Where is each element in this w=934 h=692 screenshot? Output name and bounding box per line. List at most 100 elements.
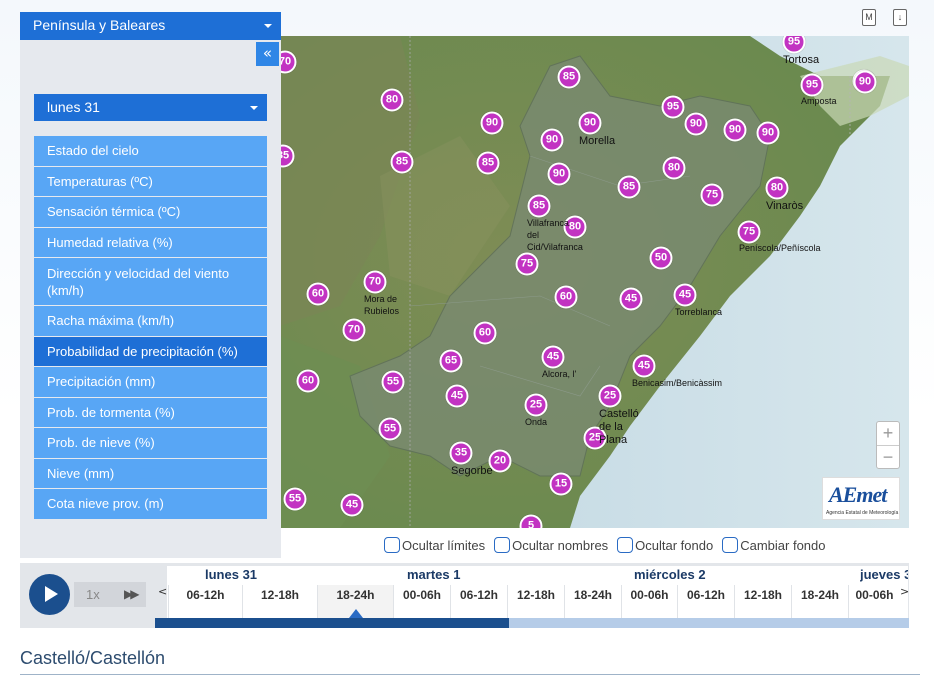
timeline-slot[interactable]: 00-06h [621, 585, 677, 618]
map-marker[interactable]: 70 [363, 270, 387, 294]
map-marker[interactable]: 85 [476, 151, 500, 175]
timeline-slot[interactable]: 06-12h [677, 585, 734, 618]
forecast-map[interactable]: 70 95 85 80 90 90 90 95 90 90 90 95 90 8… [280, 36, 909, 528]
map-marker[interactable]: 90 [480, 111, 504, 135]
divider [20, 674, 920, 675]
timeline-day: martes 1 [407, 567, 461, 582]
map-marker[interactable]: 90 [723, 118, 747, 142]
place-onda: Onda [525, 417, 548, 427]
map-marker[interactable]: 35 [449, 441, 473, 465]
map-marker[interactable]: 85 [527, 194, 551, 218]
map-marker[interactable]: 85 [557, 65, 581, 89]
map-marker[interactable]: 60 [473, 321, 497, 345]
map-marker[interactable]: 90 [578, 111, 602, 135]
fast-forward-icon[interactable]: ▶▶ [124, 587, 140, 601]
map-marker[interactable]: 90 [853, 70, 877, 94]
map-marker[interactable]: 45 [541, 345, 565, 369]
map-marker[interactable]: 85 [617, 175, 641, 199]
map-marker[interactable]: 60 [554, 285, 578, 309]
place-benicasim: Benicasim/Benicàssim [632, 378, 723, 388]
timeline-slot[interactable]: 06-12h [450, 585, 507, 618]
ocultar-limites-checkbox[interactable]: Ocultar límites [384, 537, 485, 553]
checkbox-box[interactable] [384, 537, 400, 553]
map-marker[interactable]: 75 [700, 183, 724, 207]
map-marker[interactable]: 95 [661, 95, 685, 119]
menu-item-temperaturas[interactable]: Temperaturas (ºC) [34, 166, 267, 196]
map-marker[interactable]: 70 [342, 318, 366, 342]
map-marker[interactable]: 75 [737, 220, 761, 244]
menu-item-sensacion-termica[interactable]: Sensación térmica (ºC) [34, 197, 267, 227]
map-marker[interactable]: 45 [632, 354, 656, 378]
timeline-slot[interactable]: 18-24h [564, 585, 621, 618]
cambiar-fondo-checkbox[interactable]: Cambiar fondo [722, 537, 826, 553]
map-marker[interactable]: 45 [340, 493, 364, 517]
map-marker[interactable]: 80 [662, 156, 686, 180]
map-marker[interactable]: 55 [283, 487, 307, 511]
map-marker[interactable]: 80 [380, 88, 404, 112]
timeline-slot[interactable]: 12-18h [734, 585, 791, 618]
timeline-prev-button[interactable]: < [158, 585, 167, 598]
menu-item-nieve[interactable]: Nieve (mm) [34, 458, 267, 488]
checkbox-box[interactable] [494, 537, 511, 553]
timeline-next-button[interactable]: > [900, 585, 909, 598]
map-marker[interactable]: 75 [515, 252, 539, 276]
map-marker[interactable]: 95 [800, 73, 824, 97]
region-select[interactable]: Península y Baleares [20, 12, 281, 40]
timeline-slot[interactable]: 12-18h [507, 585, 564, 618]
map-marker[interactable]: 55 [381, 370, 405, 394]
map-marker[interactable]: 60 [296, 369, 320, 393]
ocultar-fondo-checkbox[interactable]: Ocultar fondo [617, 537, 713, 553]
map-marker[interactable]: 45 [673, 283, 697, 307]
ocultar-nombres-checkbox[interactable]: Ocultar nombres [494, 537, 608, 553]
timeline-slot[interactable]: 18-24h [791, 585, 848, 618]
menu-item-prob-tormenta[interactable]: Prob. de tormenta (%) [34, 397, 267, 427]
zoom-control: + − [876, 421, 900, 469]
place-torreblanca: Torreblanca [675, 307, 723, 317]
timeline-slot[interactable]: 06-12h [168, 585, 242, 618]
place-vinaros: Vinaròs [766, 200, 804, 212]
checkbox-label: Cambiar fondo [740, 537, 826, 553]
map-marker[interactable]: 50 [649, 246, 673, 270]
checkbox-label: Ocultar límites [402, 537, 486, 553]
place-segorbe: Segorbe [451, 465, 493, 477]
timeline-slot-selected[interactable]: 18-24h [317, 585, 393, 618]
menu-item-humedad[interactable]: Humedad relativa (%) [34, 227, 267, 257]
menu-item-prob-precipitacion[interactable]: Probabilidad de precipitación (%) [34, 336, 267, 366]
map-marker[interactable]: 45 [619, 287, 643, 311]
play-button[interactable] [29, 574, 70, 615]
map-marker[interactable]: 55 [378, 417, 402, 441]
map-marker[interactable]: 45 [445, 384, 469, 408]
map-marker[interactable]: 65 [439, 349, 463, 373]
map-marker[interactable]: 25 [598, 384, 622, 408]
timeline-slot[interactable]: 12-18h [242, 585, 317, 618]
map-marker[interactable]: 90 [547, 162, 571, 186]
location-title: Castelló/Castellón [20, 648, 166, 668]
menu-item-cota-nieve[interactable]: Cota nieve prov. (m) [34, 489, 267, 519]
menu-item-prob-nieve[interactable]: Prob. de nieve (%) [34, 428, 267, 458]
checkbox-box[interactable] [722, 537, 739, 553]
menu-item-estado-cielo[interactable]: Estado del cielo [34, 136, 267, 166]
collapse-panel-button[interactable]: « [256, 42, 279, 66]
zoom-in-button[interactable]: + [877, 422, 899, 445]
map-marker[interactable]: 80 [765, 176, 789, 200]
timeline-slot[interactable]: 00-06h [848, 585, 900, 618]
menu-item-racha[interactable]: Racha máxima (km/h) [34, 306, 267, 336]
timeline-progress[interactable] [155, 618, 909, 628]
place-mora: Mora de Rubielos [364, 294, 400, 316]
map-marker[interactable]: 90 [684, 112, 708, 136]
day-select[interactable]: lunes 31 [34, 94, 267, 121]
map-marker[interactable]: 90 [540, 128, 564, 152]
map-marker[interactable]: 85 [390, 150, 414, 174]
timeline-progress-fill [155, 618, 510, 628]
m-icon[interactable]: M [862, 9, 876, 26]
menu-item-precipitacion[interactable]: Precipitación (mm) [34, 367, 267, 397]
map-marker[interactable]: 60 [306, 282, 330, 306]
download-icon[interactable]: ↓ [893, 9, 907, 26]
timeline-slot[interactable]: 00-06h [393, 585, 450, 618]
map-marker[interactable]: 15 [549, 472, 573, 496]
menu-item-viento[interactable]: Dirección y velocidad del viento (km/h) [34, 258, 267, 305]
zoom-out-button[interactable]: − [877, 445, 899, 468]
map-marker[interactable]: 25 [524, 393, 548, 417]
checkbox-box[interactable] [617, 537, 634, 553]
map-marker[interactable]: 90 [756, 121, 780, 145]
